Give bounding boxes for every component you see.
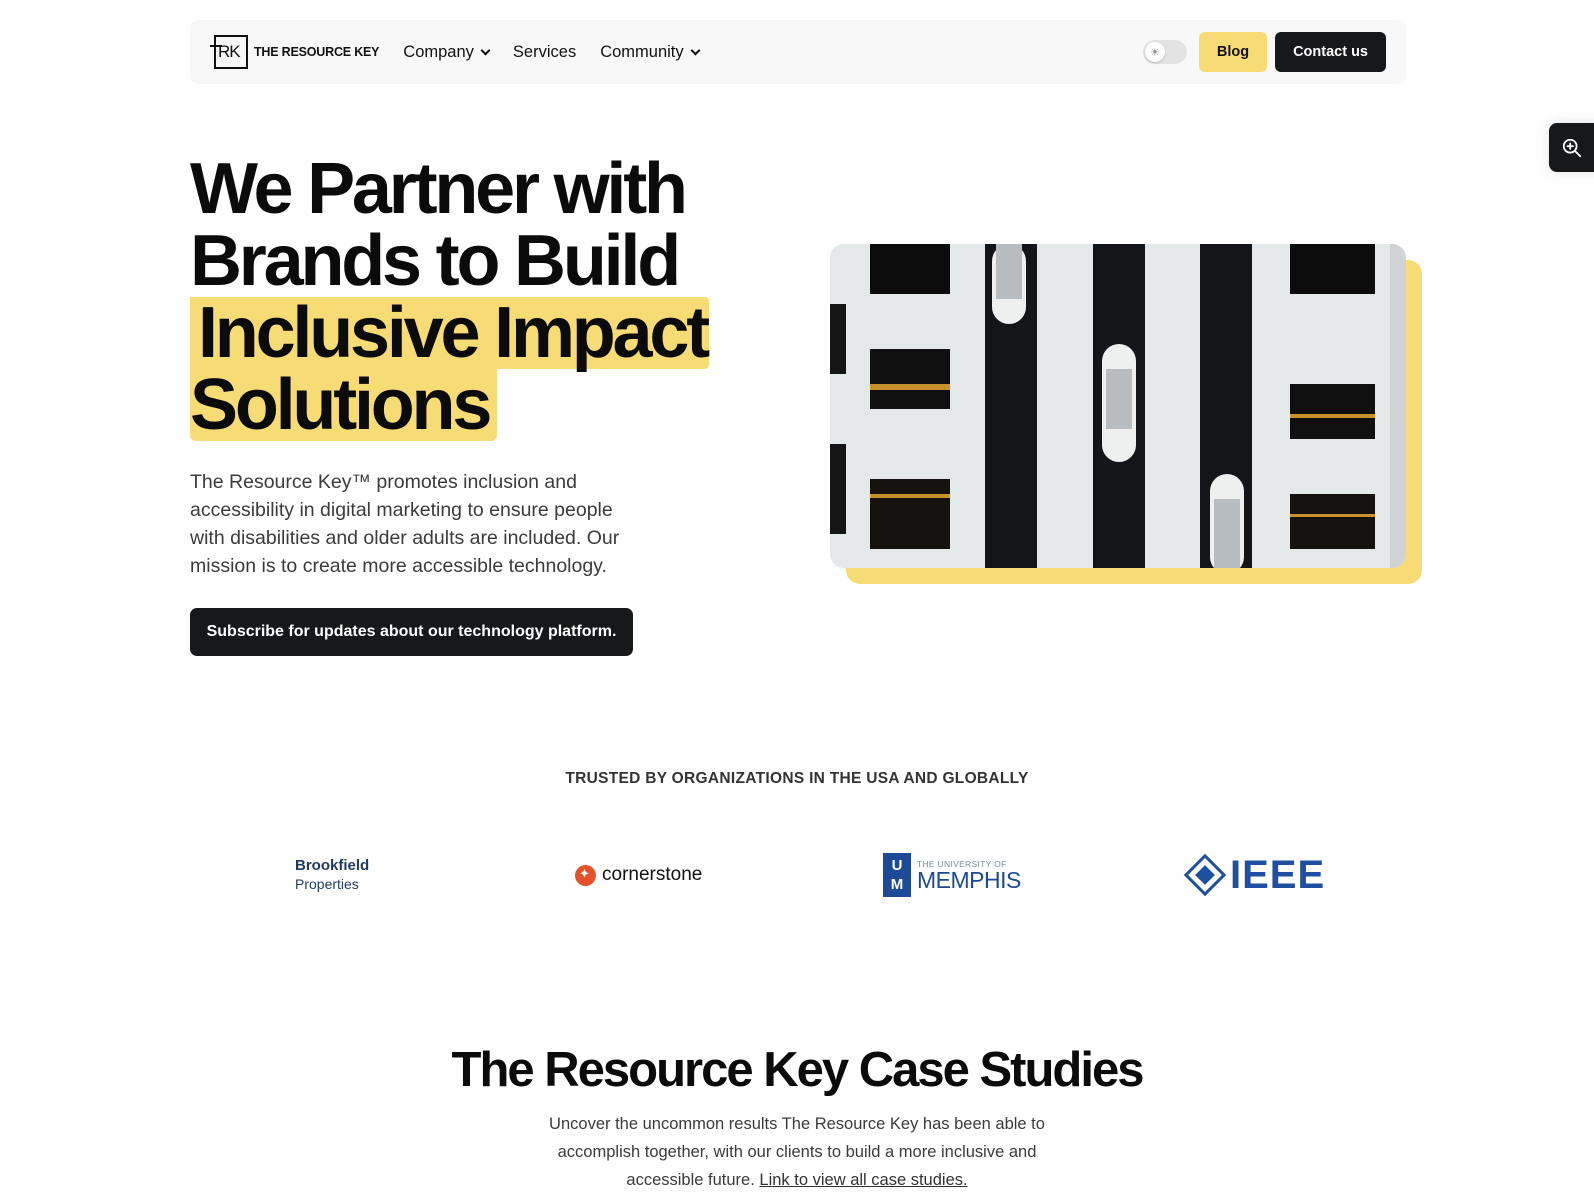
chevron-down-icon xyxy=(480,45,491,55)
brookfield-logo: Brookfield Properties xyxy=(295,857,370,892)
ieee-logo: IEEE xyxy=(1183,845,1325,905)
cornerstone-logo: cornerstone xyxy=(575,845,702,905)
zoom-in-icon xyxy=(1562,138,1582,157)
chevron-down-icon xyxy=(690,45,701,55)
main-nav: RK THE RESOURCE KEY Company Services Com… xyxy=(190,20,1406,84)
logo-text: THE RESOURCE KEY xyxy=(254,45,380,59)
trusted-heading: TRUSTED BY ORGANIZATIONS IN THE USA AND … xyxy=(565,770,1029,787)
contact-button[interactable]: Contact us xyxy=(1275,32,1386,72)
nav-community[interactable]: Community xyxy=(600,43,701,62)
view-case-studies-link[interactable]: Link to view all case studies. xyxy=(759,1171,967,1189)
highlighted-text: Solutions xyxy=(190,369,498,441)
memphis-logo: UM THE UNIVERSITY OF MEMPHIS xyxy=(883,845,1021,905)
nav-links: Company Services Community xyxy=(403,43,701,62)
site-logo[interactable]: RK THE RESOURCE KEY xyxy=(210,34,379,70)
nav-services[interactable]: Services xyxy=(513,43,576,62)
partner-logos: Brookfield Properties cornerstone UM THE… xyxy=(190,845,1406,905)
blog-button[interactable]: Blog xyxy=(1198,32,1268,72)
nav-company[interactable]: Company xyxy=(403,43,491,62)
zoom-widget-button[interactable] xyxy=(1549,123,1594,172)
um-mark-icon: UM xyxy=(883,853,911,897)
nav-actions: ☀ Blog Contact us xyxy=(1142,32,1386,72)
ieee-diamond-icon xyxy=(1183,853,1227,897)
theme-toggle[interactable]: ☀ xyxy=(1142,40,1187,64)
sun-icon: ☀ xyxy=(1144,42,1165,62)
hero-description: The Resource Key™ promotes inclusion and… xyxy=(190,471,620,577)
case-studies-description: Uncover the uncommon results The Resourc… xyxy=(549,1115,1045,1189)
logo-mark-icon: RK xyxy=(210,34,248,70)
cornerstone-mark-icon xyxy=(575,864,596,886)
elevator-atrium-illustration xyxy=(830,244,1406,568)
subscribe-button[interactable]: Subscribe for updates about our technolo… xyxy=(190,608,633,656)
case-studies-title: The Resource Key Case Studies xyxy=(451,1043,1145,1097)
hero-title: We Partner with Brands to Build Inclusiv… xyxy=(190,149,710,445)
highlighted-text: Inclusive Impact xyxy=(190,297,710,369)
hero-image xyxy=(830,244,1406,568)
